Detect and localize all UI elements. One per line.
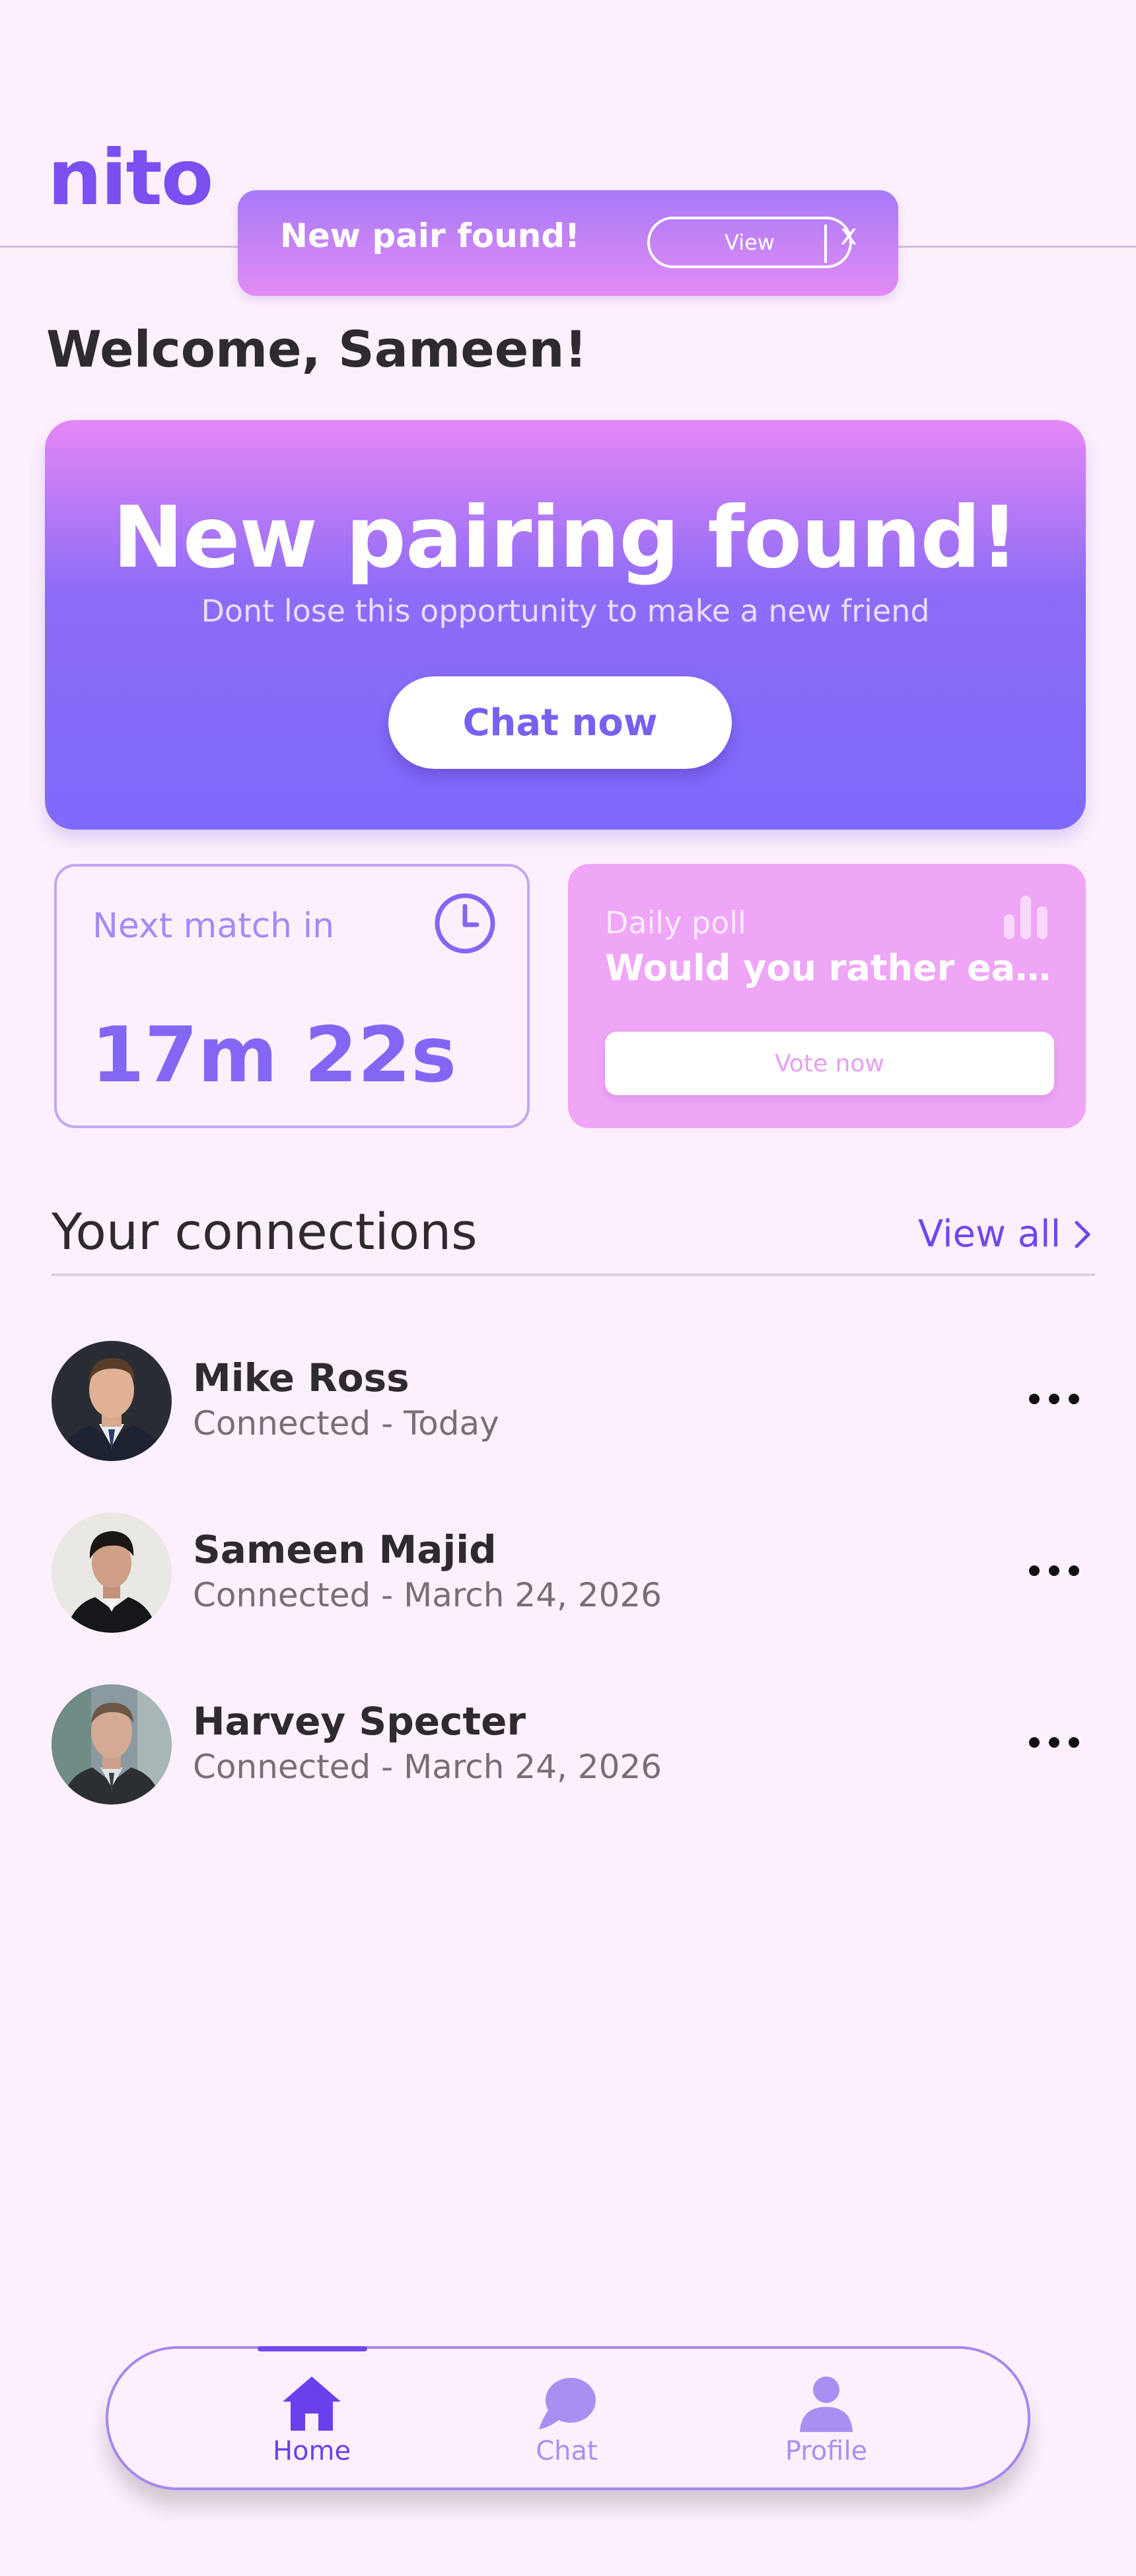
- welcome-heading: Welcome, Sameen!: [46, 320, 588, 378]
- connection-name: Sameen Majid: [193, 1527, 497, 1572]
- connection-name: Harvey Specter: [193, 1699, 526, 1744]
- toast-separator: [824, 225, 827, 263]
- tab-label: Home: [272, 2436, 351, 2466]
- logo-text: nito: [48, 133, 213, 223]
- connection-row[interactable]: Mike Ross Connected - Today: [52, 1341, 1095, 1466]
- tab-chat[interactable]: Chat: [501, 2374, 633, 2466]
- home-icon: [283, 2377, 341, 2431]
- connection-row[interactable]: Harvey Specter Connected - March 24, 202…: [52, 1684, 1095, 1810]
- bottom-nav: Home Chat Profile: [106, 2346, 1030, 2490]
- active-tab-indicator: [258, 2346, 367, 2351]
- toast-title: New pair found!: [280, 217, 580, 255]
- chat-bubble-icon: [539, 2378, 596, 2429]
- avatar: [52, 1513, 172, 1633]
- chat-now-button[interactable]: Chat now: [388, 676, 732, 769]
- clock-icon: [435, 893, 495, 954]
- more-options-icon[interactable]: [1028, 1736, 1081, 1749]
- hero-subtitle: Dont lose this opportunity to make a new…: [201, 593, 930, 629]
- connection-status: Connected - March 24, 2026: [193, 1748, 662, 1786]
- view-all-label: View all: [918, 1213, 1061, 1256]
- more-options-icon[interactable]: [1028, 1392, 1081, 1406]
- connection-row[interactable]: Sameen Majid Connected - March 24, 2026: [52, 1513, 1095, 1638]
- chevron-right-icon: [1075, 1221, 1090, 1248]
- poll-question: Would you rather eat at...: [605, 947, 1054, 989]
- bar-chart-icon: [1004, 896, 1047, 939]
- connection-status: Connected - Today: [193, 1404, 499, 1443]
- tab-profile[interactable]: Profile: [760, 2374, 892, 2466]
- tab-label: Profile: [785, 2436, 868, 2466]
- new-pair-toast: New pair found! View x: [238, 190, 898, 296]
- next-match-countdown: 17m 22s: [91, 1011, 457, 1100]
- tab-home[interactable]: Home: [246, 2374, 378, 2466]
- avatar: [52, 1341, 172, 1461]
- connection-status: Connected - March 24, 2026: [193, 1576, 662, 1614]
- new-pairing-card: New pairing found! Dont lose this opport…: [45, 420, 1086, 830]
- vote-now-button[interactable]: Vote now: [605, 1032, 1054, 1095]
- avatar: [52, 1684, 172, 1805]
- view-all-link[interactable]: View all: [918, 1213, 1092, 1256]
- next-match-label: Next match in: [92, 906, 335, 946]
- hero-title: New pairing found!: [112, 489, 1019, 587]
- poll-label: Daily poll: [605, 905, 746, 941]
- next-match-card: Next match in 17m 22s: [54, 864, 530, 1128]
- app-logo: nito: [48, 140, 213, 217]
- connections-title: Your connections: [52, 1202, 478, 1261]
- daily-poll-card: Daily poll Would you rather eat at... Vo…: [568, 864, 1086, 1128]
- connections-divider: [52, 1273, 1095, 1276]
- toast-close-button[interactable]: x: [840, 218, 857, 252]
- connection-name: Mike Ross: [193, 1355, 409, 1400]
- tab-label: Chat: [536, 2436, 598, 2466]
- more-options-icon[interactable]: [1028, 1564, 1081, 1577]
- profile-icon: [800, 2377, 853, 2432]
- toast-view-button[interactable]: View: [647, 217, 852, 268]
